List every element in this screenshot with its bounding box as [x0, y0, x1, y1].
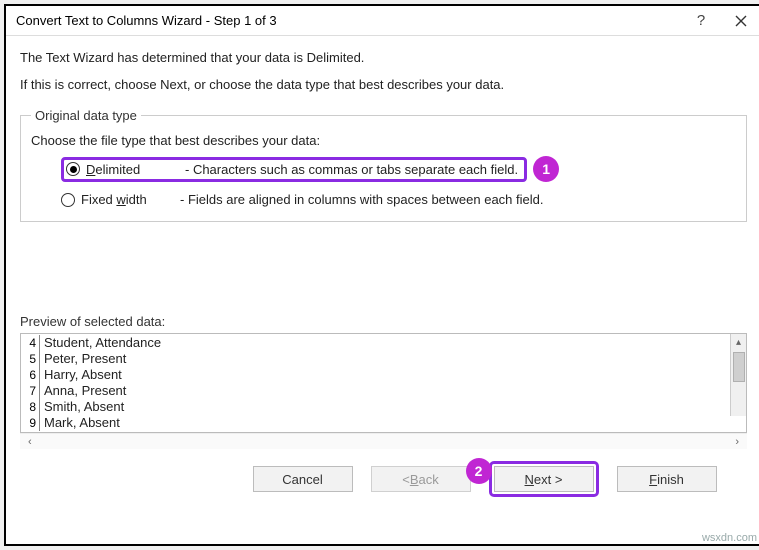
option-delimited-row: Delimited - Characters such as commas or…: [61, 156, 736, 182]
scroll-thumb[interactable]: [733, 352, 745, 382]
preview-line-number: 9: [22, 415, 40, 431]
preview-line-text: Smith, Absent: [40, 399, 124, 415]
highlight-next: 2 Next >: [489, 461, 599, 497]
preview-row: 9Mark, Absent: [22, 415, 745, 431]
help-button[interactable]: ?: [681, 7, 721, 35]
intro-text-1: The Text Wizard has determined that your…: [20, 50, 747, 65]
preview-zone: Preview of selected data: 4Student, Atte…: [20, 314, 747, 449]
preview-row: 7Anna, Present: [22, 383, 745, 399]
preview-row: 5Peter, Present: [22, 351, 745, 367]
radio-fixed-label[interactable]: Fixed width: [81, 192, 166, 207]
original-data-type-group: Original data type Choose the file type …: [20, 108, 747, 222]
next-button[interactable]: Next >: [494, 466, 594, 492]
radio-delimited[interactable]: [66, 162, 80, 176]
highlight-delimited: Delimited - Characters such as commas or…: [61, 157, 527, 182]
preview-line-text: Anna, Present: [40, 383, 126, 399]
preview-row: 4Student, Attendance: [22, 335, 745, 351]
annotation-badge-2: 2: [466, 458, 492, 484]
close-button[interactable]: [721, 7, 759, 35]
dialog-title: Convert Text to Columns Wizard - Step 1 …: [16, 13, 681, 28]
radio-fixed-desc: - Fields are aligned in columns with spa…: [180, 192, 543, 207]
preview-vertical-scrollbar[interactable]: ▴: [730, 334, 746, 416]
back-button: < Back: [371, 466, 471, 492]
preview-line-text: Mark, Absent: [40, 415, 120, 431]
group-legend: Original data type: [31, 108, 141, 123]
preview-line-number: 5: [22, 351, 40, 367]
finish-button[interactable]: Finish: [617, 466, 717, 492]
preview-row: 6Harry, Absent: [22, 367, 745, 383]
choose-label: Choose the file type that best describes…: [31, 133, 736, 148]
preview-line-text: Peter, Present: [40, 351, 126, 367]
cancel-button[interactable]: Cancel: [253, 466, 353, 492]
preview-content: 4Student, Attendance5Peter, Present6Harr…: [21, 334, 746, 432]
intro-text-2: If this is correct, choose Next, or choo…: [20, 77, 747, 92]
radio-fixed-width[interactable]: [61, 193, 75, 207]
close-icon: [735, 15, 747, 27]
preview-line-number: 8: [22, 399, 40, 415]
preview-horizontal-scrollbar[interactable]: ‹ ›: [20, 433, 747, 449]
preview-line-number: 4: [22, 335, 40, 351]
option-fixed-row: Fixed width - Fields are aligned in colu…: [61, 192, 736, 207]
preview-line-text: Harry, Absent: [40, 367, 122, 383]
radio-delimited-label[interactable]: Delimited: [86, 162, 171, 177]
scroll-up-icon: ▴: [731, 334, 746, 350]
scroll-left-icon: ‹: [28, 436, 32, 448]
wizard-dialog: Convert Text to Columns Wizard - Step 1 …: [4, 4, 759, 546]
preview-row: 8Smith, Absent: [22, 399, 745, 415]
preview-line-number: 7: [22, 383, 40, 399]
dialog-body: The Text Wizard has determined that your…: [6, 36, 759, 544]
title-bar: Convert Text to Columns Wizard - Step 1 …: [6, 6, 759, 36]
scroll-right-icon: ›: [735, 436, 739, 448]
preview-label: Preview of selected data:: [20, 314, 747, 329]
preview-box: 4Student, Attendance5Peter, Present6Harr…: [20, 333, 747, 433]
annotation-badge-1: 1: [533, 156, 559, 182]
button-footer: Cancel < Back 2 Next > Finish: [240, 449, 747, 509]
preview-line-text: Student, Attendance: [40, 335, 161, 351]
radio-delimited-desc: - Characters such as commas or tabs sepa…: [185, 162, 518, 177]
preview-line-number: 6: [22, 367, 40, 383]
